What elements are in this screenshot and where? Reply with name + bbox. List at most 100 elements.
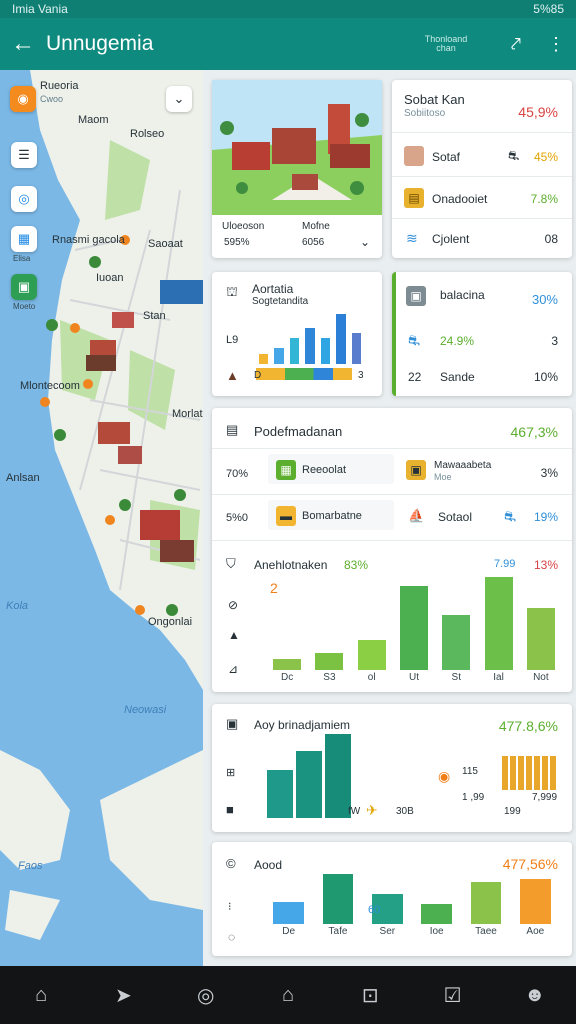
map-place-label: Stan — [143, 310, 166, 322]
map-view[interactable]: ◉ Rueoria Cwoo ⌄ ☰ ◎ ▦ Elisa ▣ Moeto Mao… — [0, 70, 203, 966]
chart-x-label: De — [282, 926, 296, 937]
summary-title-value: 30% — [531, 292, 558, 307]
box-icon: ▣ — [406, 460, 426, 480]
chart-bar — [274, 348, 284, 364]
stats-row-value: 45% — [533, 150, 558, 164]
map-mode-icon[interactable]: ▣ — [11, 274, 37, 300]
panel-row-label: 5%0 — [226, 512, 249, 524]
app-title: Unnugemia — [46, 32, 154, 55]
summary-card[interactable]: ▣ balacina 30% ⛐ 24.9% 3 22 Sande 10% — [392, 272, 572, 396]
compass-icon[interactable]: ◎ — [186, 983, 226, 1008]
house-icon[interactable]: ⌂ — [268, 984, 308, 1007]
chart-bar — [315, 653, 344, 670]
panel-value: 467,3% — [510, 424, 558, 440]
avatar — [404, 146, 424, 166]
map-place-label: Rolseo — [130, 128, 165, 140]
mini-chart-subtitle: Sogtetandita — [252, 296, 309, 307]
map-search-label: Rueoria — [40, 80, 79, 92]
chart-bar — [526, 607, 555, 670]
status-right-text: 5%85 — [533, 2, 564, 16]
plane-icon: ✈ — [366, 802, 378, 818]
chevron-down-icon[interactable]: ⌄ — [360, 235, 370, 249]
divider — [392, 218, 572, 219]
final-chart-value: 477,56% — [502, 856, 558, 872]
calendar-icon: ▣ — [226, 716, 239, 731]
teal-chart-axis-label: fW — [348, 806, 361, 817]
chart-x-label: Taee — [475, 926, 497, 937]
target-icon[interactable]: ◎ — [11, 186, 37, 212]
map-place-label: Morlate — [172, 408, 203, 420]
cluster-value: 7,999 — [532, 792, 558, 803]
bar-chart-title: Anehlotnaken — [254, 558, 328, 572]
map-place-label: Iuoan — [96, 272, 124, 284]
hero-caption-a: Uloeoson — [222, 221, 265, 232]
map-water-label: Kola — [6, 600, 29, 612]
chart-bar — [336, 314, 346, 364]
chart-bar — [442, 614, 471, 670]
app-subtitle: Thonloand chan — [424, 34, 468, 53]
final-chart-card[interactable]: © Aood 477,56% ⁝ ◌ De Tafe Ser Ioe Taee Aoe 6… — [212, 842, 572, 956]
map-search-sub: Cwoo — [40, 94, 64, 104]
pin-icon[interactable]: ▲ — [228, 628, 240, 642]
chart-x-label: Ut — [408, 672, 419, 683]
stats-row-value: 7.8% — [530, 192, 558, 206]
panel-item-value: 19% — [533, 510, 558, 524]
map-place-label: Rnasmi gacola — [52, 234, 125, 246]
arrow-left-icon[interactable]: ← — [0, 30, 46, 58]
stats-row-label: Sotaf — [432, 150, 461, 164]
cluster-chart — [502, 756, 556, 790]
teal-chart-card[interactable]: ▣ Aoy brinadjamiem 477.8,6% ⊞ ■ fW ✈ 30B… — [212, 704, 572, 832]
link-icon[interactable]: ⊘ — [228, 598, 238, 612]
mini-chart-card[interactable]: ⛫ Aortatia Sogtetandita L9 ▲ D 3 — [212, 272, 382, 396]
chart-x-label: ol — [367, 672, 376, 683]
chart-bar — [273, 659, 302, 670]
dots-icon: ⁝ — [228, 901, 232, 913]
layers-icon[interactable]: ☰ — [11, 142, 37, 168]
final-chart-plot: De Tafe Ser Ioe Taee Aoe — [264, 874, 560, 938]
divider — [212, 540, 572, 541]
chart-bar — [520, 879, 551, 924]
hero-caption-b: Mofne — [302, 221, 330, 232]
car-icon: ⛐ — [504, 508, 517, 524]
cluster-value: 199 — [504, 806, 521, 817]
chart-x-label: Ial — [493, 672, 504, 683]
summary-row-label: Sande — [440, 370, 475, 384]
chevron-down-icon[interactable]: ⌄ — [166, 86, 192, 112]
location-icon[interactable]: ◉ — [10, 86, 36, 112]
car-icon: ⛐ — [508, 148, 520, 163]
copyright-icon: © — [226, 856, 236, 871]
share-icon[interactable]: ⤤ — [496, 34, 536, 55]
mini-chart-title: Aortatia — [252, 282, 294, 296]
camera-icon[interactable]: ⊡ — [350, 983, 390, 1008]
panel-item-label: Mawaaabeta — [434, 460, 492, 471]
bar-chart-plot: Dc S3 ol Ut St Ial Not — [266, 572, 562, 684]
navigation-icon[interactable]: ➤ — [103, 983, 143, 1008]
summary-row-right: 10% — [533, 370, 558, 384]
map-place-label: Mlontecoom — [20, 380, 80, 392]
tag-icon[interactable]: ⊿ — [228, 662, 238, 676]
home-icon[interactable]: ⌂ — [21, 984, 61, 1007]
stats-title: Sobat Kan — [404, 92, 465, 107]
stats-card[interactable]: Sobat Kan Sobiitoso 45,9% Sotaf ⛐ 45% ▤ … — [392, 80, 572, 258]
map-water-label: Neowasi — [124, 704, 167, 716]
final-chart-mid-value: 60 — [368, 904, 381, 916]
teal-chart-plot — [266, 734, 352, 818]
cluster-value: 115 — [462, 766, 478, 777]
panel-title: Podefmadanan — [254, 424, 343, 439]
chart-bar — [470, 881, 502, 924]
chart-x-label: Dc — [281, 672, 294, 683]
check-box-icon[interactable]: ☑ — [433, 983, 473, 1008]
chart-bar — [296, 750, 322, 818]
account-icon[interactable]: ☻ — [515, 984, 555, 1007]
more-vert-icon[interactable]: ⋮ — [536, 34, 576, 55]
grid-icon[interactable]: ▦ — [11, 226, 37, 252]
bar-chart-title-value: 83% — [344, 558, 369, 572]
overview-panel[interactable]: ▤ Podefmadanan 467,3% 70% ▦ Reeoolat ▣ M… — [212, 408, 572, 692]
hero-card[interactable]: Uloeoson 595% Mofne 6056 ⌄ — [212, 80, 382, 258]
chart-bar — [324, 734, 351, 818]
chart-bar — [357, 639, 386, 670]
divider — [392, 176, 572, 177]
chart-bar — [320, 338, 331, 364]
stats-row-label: Cjolent — [432, 232, 470, 246]
chart-x-label: Ioe — [429, 926, 444, 937]
